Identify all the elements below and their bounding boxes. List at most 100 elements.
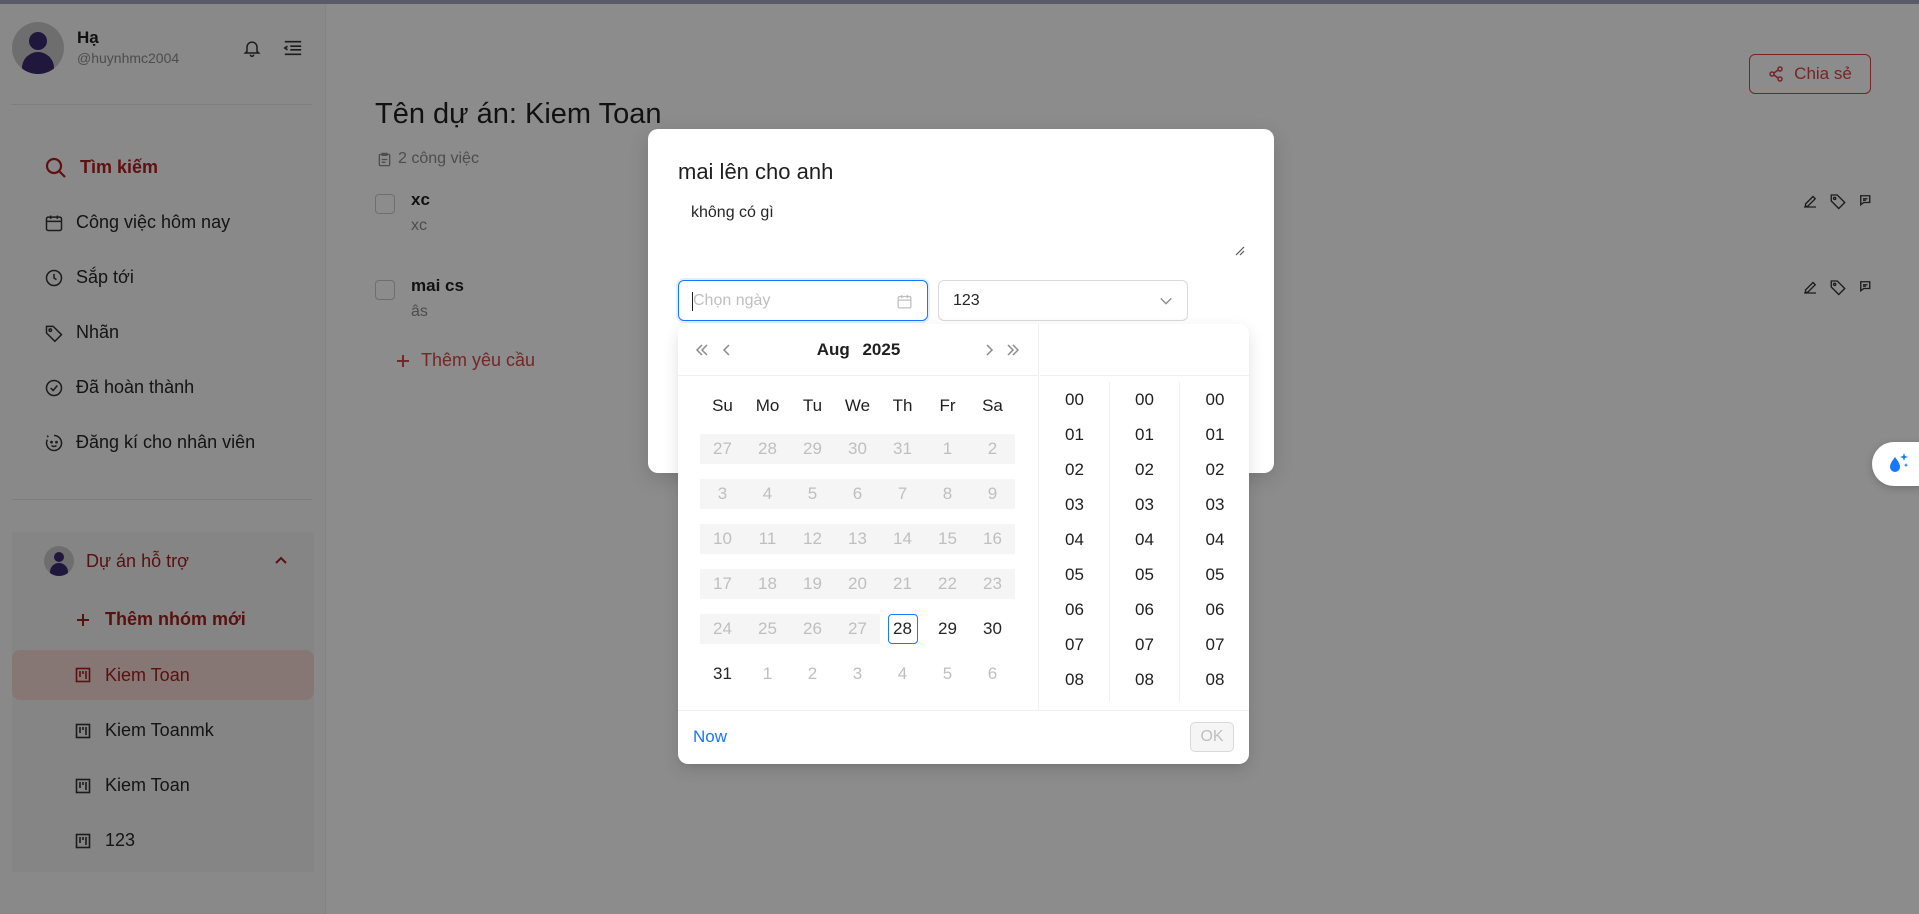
calendar-day-disabled: 25 bbox=[745, 613, 790, 644]
calendar-day-next-month[interactable]: 4 bbox=[880, 659, 925, 689]
chevron-right-icon[interactable] bbox=[980, 341, 998, 359]
calendar-day-disabled: 28 bbox=[745, 433, 790, 464]
task-title-field[interactable]: mai lên cho anh bbox=[678, 159, 833, 185]
task-description-field[interactable]: không có gì bbox=[691, 204, 774, 222]
calendar-day-disabled: 2 bbox=[970, 433, 1015, 464]
double-chevron-right-icon[interactable] bbox=[1004, 341, 1022, 359]
calendar-day-disabled: 11 bbox=[745, 523, 790, 554]
calendar-day-disabled: 5 bbox=[790, 478, 835, 509]
calendar-day-disabled: 22 bbox=[925, 568, 970, 599]
weekday-label: Th bbox=[892, 396, 913, 415]
date-placeholder: Chọn ngày bbox=[693, 292, 771, 309]
hour-cell[interactable]: 08 bbox=[1040, 662, 1109, 697]
month-label[interactable]: Aug bbox=[817, 340, 850, 359]
sparkle-drop-icon bbox=[1890, 453, 1909, 472]
text-caret bbox=[692, 292, 693, 311]
calendar-day-disabled: 29 bbox=[790, 433, 835, 464]
now-link[interactable]: Now bbox=[693, 727, 727, 747]
calendar-day-disabled: 17 bbox=[700, 568, 745, 599]
minute-cell[interactable]: 01 bbox=[1110, 417, 1179, 452]
calendar-day-next-month[interactable]: 1 bbox=[745, 659, 790, 689]
calendar-day-next-month[interactable]: 5 bbox=[925, 659, 970, 689]
assistant-float-button[interactable] bbox=[1872, 442, 1919, 486]
second-cell[interactable]: 08 bbox=[1180, 662, 1250, 697]
hour-cell[interactable]: 04 bbox=[1040, 522, 1109, 557]
calendar-day-disabled: 18 bbox=[745, 568, 790, 599]
calendar-day-disabled: 19 bbox=[790, 568, 835, 599]
second-cell[interactable]: 01 bbox=[1180, 417, 1250, 452]
minute-cell[interactable]: 04 bbox=[1110, 522, 1179, 557]
calendar-day-disabled: 3 bbox=[700, 478, 745, 509]
picker-footer: Now OK bbox=[678, 710, 1249, 764]
hour-cell[interactable]: 06 bbox=[1040, 592, 1109, 627]
second-column[interactable]: 00 01 02 03 04 05 06 07 08 bbox=[1180, 382, 1250, 702]
minute-column[interactable]: 00 01 02 03 04 05 06 07 08 bbox=[1110, 382, 1180, 702]
minute-cell[interactable]: 07 bbox=[1110, 627, 1179, 662]
hour-cell[interactable]: 03 bbox=[1040, 487, 1109, 522]
second-cell[interactable]: 02 bbox=[1180, 452, 1250, 487]
minute-cell[interactable]: 02 bbox=[1110, 452, 1179, 487]
minute-cell[interactable]: 05 bbox=[1110, 557, 1179, 592]
calendar-header: Aug 2025 bbox=[678, 324, 1039, 376]
weekday-label: Fr bbox=[939, 396, 956, 415]
minute-cell[interactable]: 03 bbox=[1110, 487, 1179, 522]
calendar-day[interactable]: 30 bbox=[970, 614, 1015, 644]
calendar-week-row: 24 25 26 27 28 29 30 bbox=[700, 606, 1015, 651]
second-cell[interactable]: 00 bbox=[1180, 382, 1250, 417]
second-cell[interactable]: 07 bbox=[1180, 627, 1250, 662]
calendar-icon[interactable] bbox=[896, 293, 913, 310]
hour-cell[interactable]: 00 bbox=[1040, 382, 1109, 417]
calendar-week-row: 31 1 2 3 4 5 6 bbox=[700, 651, 1015, 696]
weekday-label: Mo bbox=[755, 396, 780, 415]
calendar-day-next-month[interactable]: 2 bbox=[790, 659, 835, 689]
weekday-label: Su bbox=[712, 396, 733, 415]
minute-cell[interactable]: 00 bbox=[1110, 382, 1179, 417]
date-picker-input[interactable]: Chọn ngày bbox=[678, 280, 928, 321]
calendar-grid: Su Mo Tu We Th Fr Sa 27 28 29 30 31 1 2 3 4 5 6 7 8 9 10 11 12… bbox=[700, 386, 1015, 696]
project-select[interactable]: 123 bbox=[938, 280, 1188, 321]
calendar-day-today[interactable]: 28 bbox=[880, 613, 925, 644]
hour-cell[interactable]: 01 bbox=[1040, 417, 1109, 452]
time-panel: 00 01 02 03 04 05 06 07 08 00 01 02 03 04 05 06 07 08 00… bbox=[1040, 324, 1249, 710]
calendar-day-disabled: 21 bbox=[880, 568, 925, 599]
second-cell[interactable]: 05 bbox=[1180, 557, 1250, 592]
calendar-day-disabled: 7 bbox=[880, 478, 925, 509]
calendar-day-next-month[interactable]: 6 bbox=[970, 659, 1015, 689]
minute-cell[interactable]: 06 bbox=[1110, 592, 1179, 627]
second-cell[interactable]: 06 bbox=[1180, 592, 1250, 627]
calendar-day-disabled: 20 bbox=[835, 568, 880, 599]
hour-cell[interactable]: 02 bbox=[1040, 452, 1109, 487]
calendar-day-disabled: 16 bbox=[970, 523, 1015, 554]
weekday-label: We bbox=[844, 396, 871, 415]
second-cell[interactable]: 03 bbox=[1180, 487, 1250, 522]
top-bar bbox=[0, 0, 1919, 4]
second-cell[interactable]: 04 bbox=[1180, 522, 1250, 557]
chevron-down-icon bbox=[1160, 297, 1172, 305]
calendar-week-row: 27 28 29 30 31 1 2 bbox=[700, 426, 1015, 471]
hour-cell[interactable]: 05 bbox=[1040, 557, 1109, 592]
calendar-day[interactable]: 29 bbox=[925, 614, 970, 644]
calendar-day-disabled: 9 bbox=[970, 478, 1015, 509]
year-label[interactable]: 2025 bbox=[862, 340, 900, 359]
time-header bbox=[1040, 324, 1249, 376]
calendar-day-disabled: 1 bbox=[925, 433, 970, 464]
calendar-day-disabled: 31 bbox=[880, 433, 925, 464]
calendar-week-row: 10 11 12 13 14 15 16 bbox=[700, 516, 1015, 561]
calendar-week-row: 17 18 19 20 21 22 23 bbox=[700, 561, 1015, 606]
calendar-day-disabled: 14 bbox=[880, 523, 925, 554]
calendar-day-disabled: 6 bbox=[835, 478, 880, 509]
hour-cell[interactable]: 07 bbox=[1040, 627, 1109, 662]
resize-handle-icon[interactable] bbox=[1233, 244, 1245, 256]
weekday-row: Su Mo Tu We Th Fr Sa bbox=[700, 386, 1015, 426]
hour-column[interactable]: 00 01 02 03 04 05 06 07 08 bbox=[1040, 382, 1110, 702]
calendar-day-disabled: 12 bbox=[790, 523, 835, 554]
minute-cell[interactable]: 08 bbox=[1110, 662, 1179, 697]
calendar-day-disabled: 27 bbox=[700, 433, 745, 464]
weekday-label: Sa bbox=[982, 396, 1003, 415]
ok-button[interactable]: OK bbox=[1190, 722, 1234, 752]
calendar-day[interactable]: 31 bbox=[700, 659, 745, 689]
calendar-day-next-month[interactable]: 3 bbox=[835, 659, 880, 689]
calendar-day-disabled: 13 bbox=[835, 523, 880, 554]
calendar-day-disabled: 23 bbox=[970, 568, 1015, 599]
calendar-panel: Aug 2025 Su Mo Tu We Th Fr Sa 27 28 29 30 31 1 2 3 4 5 6… bbox=[678, 324, 1039, 710]
